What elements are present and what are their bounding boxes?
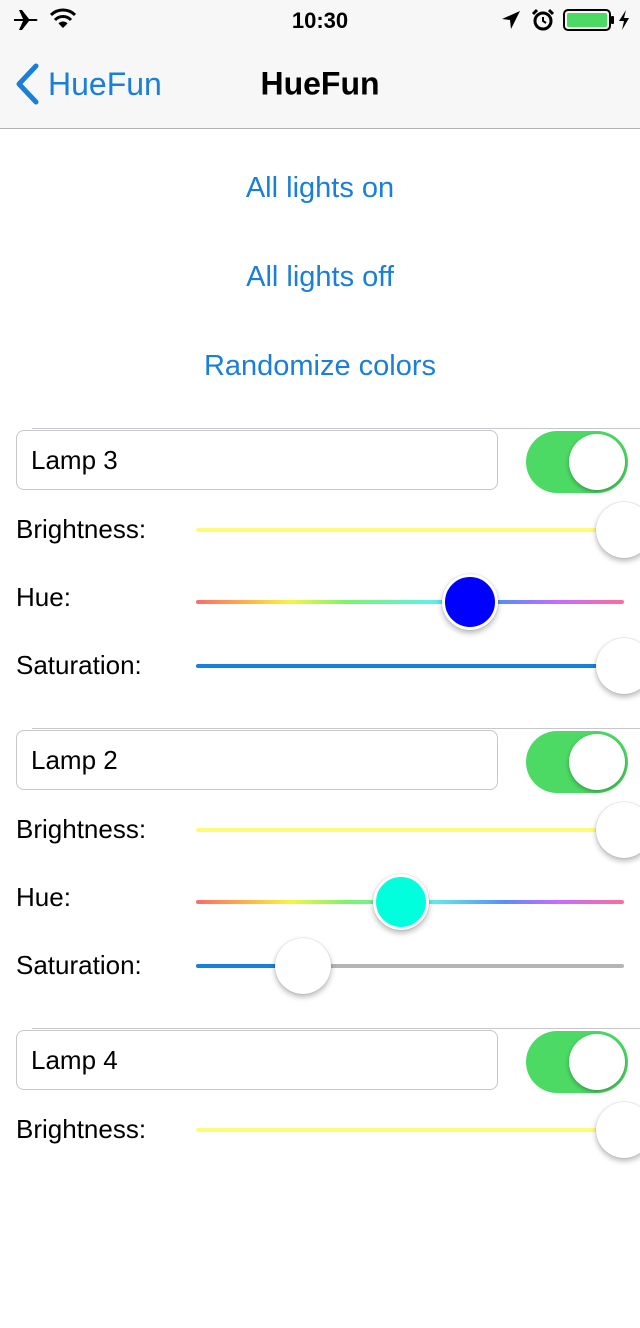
- brightness-slider[interactable]: [196, 800, 640, 860]
- lamp-name-field[interactable]: Lamp 4: [16, 1030, 498, 1090]
- saturation-knob[interactable]: [596, 638, 640, 694]
- lamp-power-toggle[interactable]: [526, 731, 628, 793]
- randomize-colors-button[interactable]: Randomize colors: [0, 350, 640, 383]
- alarm-icon: [531, 8, 555, 31]
- divider: [32, 728, 640, 729]
- brightness-label: Brightness:: [16, 1114, 147, 1144]
- brightness-label: Brightness:: [16, 814, 147, 844]
- hue-slider[interactable]: [196, 572, 624, 632]
- toggle-knob: [569, 734, 625, 790]
- lamp-power-toggle[interactable]: [526, 431, 628, 493]
- divider: [32, 1028, 640, 1029]
- saturation-slider[interactable]: [196, 936, 624, 996]
- hue-knob[interactable]: [373, 874, 430, 930]
- brightness-knob[interactable]: [596, 502, 640, 558]
- lamp-card: Lamp 3 Brightness: Hue: Saturation:: [0, 428, 640, 728]
- all-lights-off-button[interactable]: All lights off: [0, 261, 640, 294]
- location-arrow-icon: [502, 11, 520, 29]
- saturation-track: [196, 964, 624, 968]
- status-bar: 10:30: [0, 0, 640, 40]
- hue-label: Hue:: [16, 582, 71, 612]
- saturation-slider[interactable]: [196, 636, 640, 696]
- lamp-card: Lamp 2 Brightness: Hue: Saturation:: [0, 728, 640, 1028]
- navigation-bar: HueFun HueFun: [0, 40, 640, 129]
- brightness-knob[interactable]: [596, 802, 640, 858]
- hue-track: [196, 600, 624, 604]
- toggle-knob: [569, 1034, 625, 1090]
- all-lights-on-button[interactable]: All lights on: [0, 172, 640, 205]
- brightness-label: Brightness:: [16, 514, 147, 544]
- hue-knob[interactable]: [441, 574, 498, 630]
- hue-label: Hue:: [16, 882, 71, 912]
- lamp-name-field[interactable]: Lamp 3: [16, 430, 498, 490]
- divider: [32, 428, 640, 429]
- saturation-knob[interactable]: [275, 938, 331, 994]
- toggle-knob: [569, 434, 625, 490]
- brightness-knob[interactable]: [596, 1102, 640, 1158]
- page-title: HueFun: [260, 65, 380, 102]
- lamp-card: Lamp 4 Brightness:: [0, 1028, 640, 1328]
- saturation-label: Saturation:: [16, 650, 142, 680]
- brightness-slider[interactable]: [196, 1100, 640, 1160]
- lamp-power-toggle[interactable]: [526, 1031, 628, 1093]
- charging-bolt-icon: [619, 10, 629, 30]
- brightness-track: [196, 528, 624, 532]
- hue-slider[interactable]: [196, 872, 624, 932]
- brightness-slider[interactable]: [196, 500, 640, 560]
- brightness-track: [196, 1128, 624, 1132]
- saturation-track: [196, 664, 624, 668]
- saturation-label: Saturation:: [16, 950, 142, 980]
- battery-icon: [563, 9, 614, 31]
- brightness-track: [196, 828, 624, 832]
- lamp-name-field[interactable]: Lamp 2: [16, 730, 498, 790]
